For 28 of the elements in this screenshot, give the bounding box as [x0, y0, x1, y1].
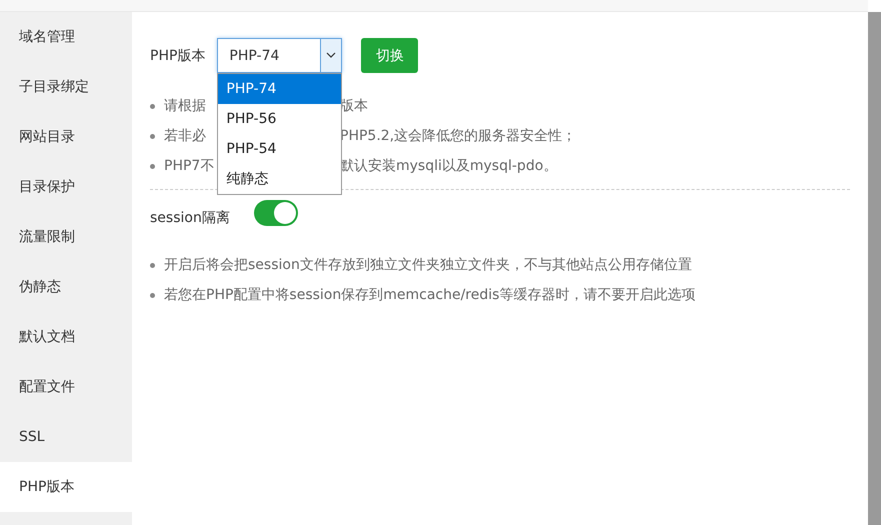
bullet-icon: [150, 262, 155, 268]
sidebar-item[interactable]: 默认文档: [0, 312, 132, 362]
session-toggle[interactable]: [254, 200, 298, 226]
sidebar-item[interactable]: 目录保护: [0, 162, 132, 212]
sidebar-item[interactable]: 域名管理: [0, 12, 132, 62]
bullet-icon: [150, 292, 155, 298]
sidebar-item[interactable]: 配置文件: [0, 362, 132, 412]
sidebar-item[interactable]: 网站目录: [0, 112, 132, 162]
php-version-select[interactable]: PHP-74: [217, 38, 342, 73]
dropdown-option[interactable]: PHP-74: [218, 74, 342, 104]
sidebar-item[interactable]: 子目录绑定: [0, 62, 132, 112]
note-text: 若非必: [164, 127, 207, 145]
bullet-icon: [150, 164, 155, 168]
sidebar-item[interactable]: 伪静态: [0, 262, 132, 312]
note-text: PHP5.2,这会降低您的服务器安全性；: [340, 127, 576, 145]
note-text: 开启后将会把session文件存放到独立文件夹独立文件夹，不与其他站点公用存储位置: [164, 256, 692, 274]
sidebar-item[interactable]: 流量限制: [0, 212, 132, 262]
sidebar-item[interactable]: PHP版本: [0, 462, 132, 512]
caret-icon: [320, 39, 342, 72]
note-text: 若您在PHP配置中将session保存到memcache/redis等缓存器时，请不要开启此选项: [164, 286, 696, 304]
session-label: session隔离: [150, 209, 230, 227]
note-text: PHP7不: [164, 157, 216, 175]
note-text: 请根据: [164, 97, 207, 115]
sidebar-item[interactable]: SSL: [0, 412, 132, 462]
php-version-label: PHP版本: [150, 46, 206, 64]
scrollbar[interactable]: [868, 12, 881, 525]
bullet-icon: [150, 104, 155, 108]
bullet-icon: [150, 134, 155, 138]
